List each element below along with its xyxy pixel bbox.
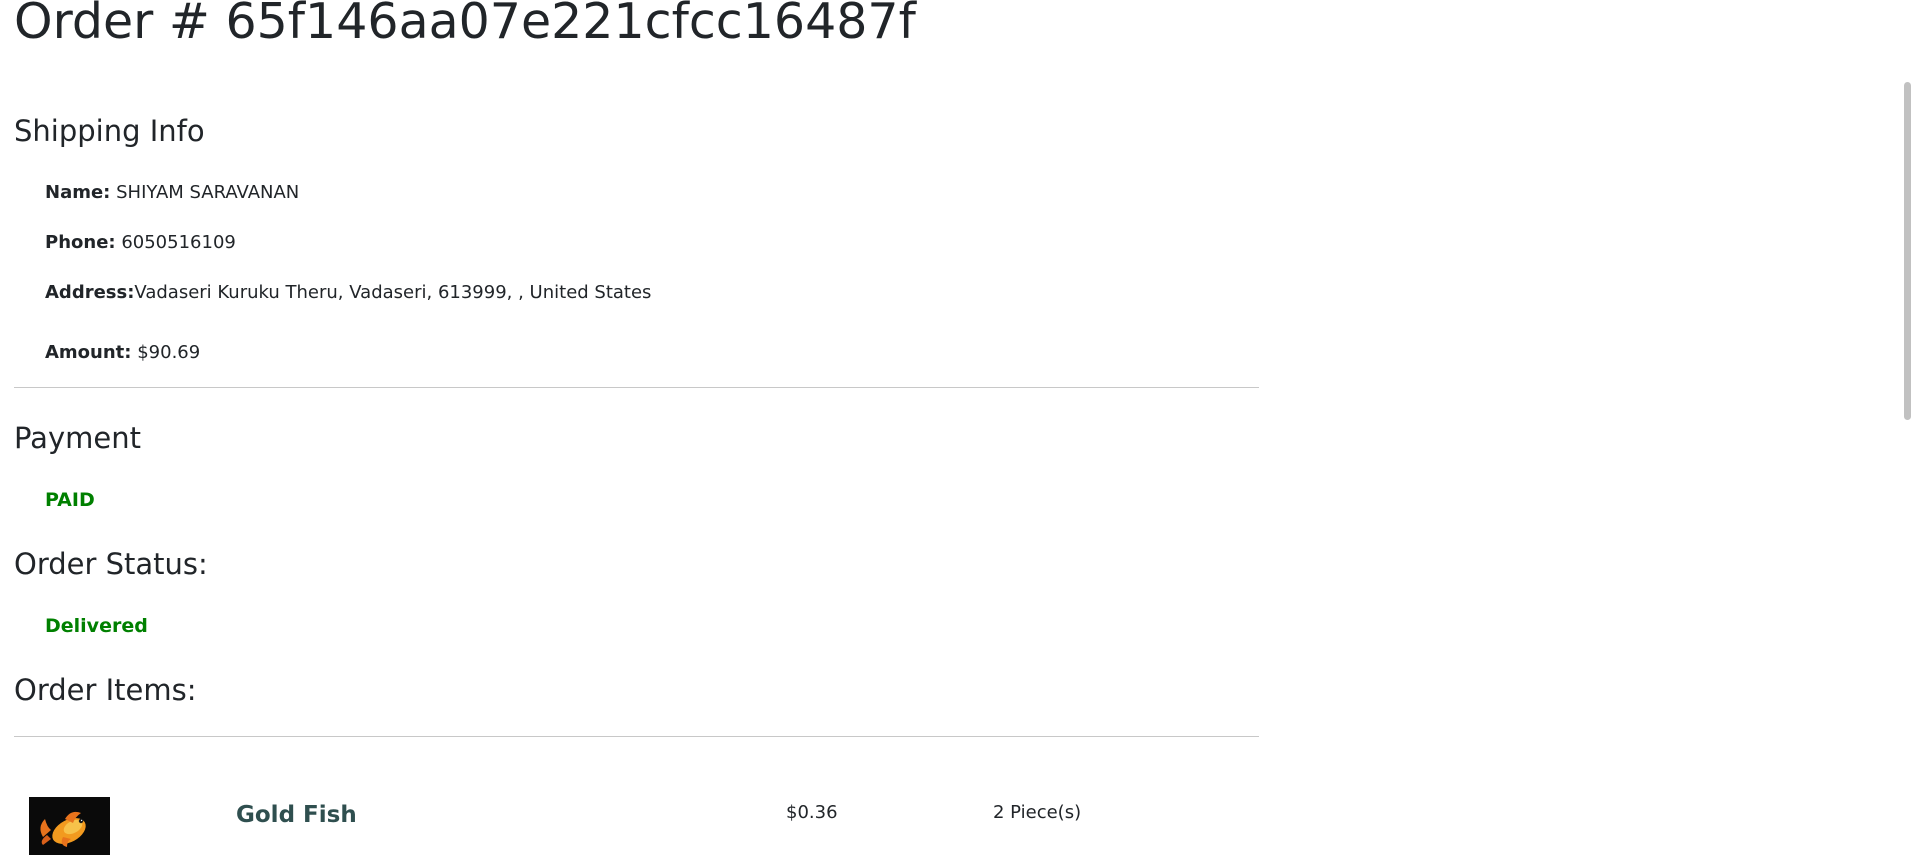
- goldfish-image: [29, 797, 110, 855]
- payment-heading: Payment: [14, 421, 141, 455]
- page-scrollbar[interactable]: [1900, 0, 1914, 860]
- order-status-value: Delivered: [45, 615, 148, 637]
- order-details-page: Order # 65f146aa07e221cfcc16487f Shippin…: [0, 0, 1914, 860]
- order-status-heading: Order Status:: [14, 547, 208, 581]
- amount-value: $90.69: [137, 342, 201, 363]
- shipping-info-heading: Shipping Info: [14, 114, 205, 148]
- order-item-row: Gold Fish $0.36 2 Piece(s): [0, 790, 1260, 860]
- shipping-address: Address:Vadaseri Kuruku Theru, Vadaseri,…: [45, 281, 651, 305]
- shipping-phone: Phone: 6050516109: [45, 231, 236, 255]
- section-divider: [14, 387, 1259, 388]
- address-label: Address:: [45, 282, 135, 303]
- item-price: $0.36: [786, 802, 838, 823]
- order-amount: Amount: $90.69: [45, 341, 200, 365]
- name-label: Name:: [45, 182, 111, 203]
- amount-label: Amount:: [45, 342, 132, 363]
- payment-status: PAID: [45, 489, 95, 511]
- phone-label: Phone:: [45, 232, 116, 253]
- goldfish-icon: [29, 797, 110, 855]
- address-value: Vadaseri Kuruku Theru, Vadaseri, 613999,…: [134, 282, 652, 303]
- item-name-link[interactable]: Gold Fish: [236, 802, 357, 828]
- scrollbar-thumb[interactable]: [1904, 82, 1911, 420]
- phone-value: 6050516109: [121, 232, 236, 253]
- order-items-divider: [14, 736, 1259, 737]
- order-title: Order # 65f146aa07e221cfcc16487f: [14, 0, 916, 50]
- name-value: SHIYAM SARAVANAN: [116, 182, 300, 203]
- shipping-name: Name: SHIYAM SARAVANAN: [45, 181, 299, 205]
- order-items-heading: Order Items:: [14, 673, 197, 707]
- item-quantity: 2 Piece(s): [993, 802, 1082, 823]
